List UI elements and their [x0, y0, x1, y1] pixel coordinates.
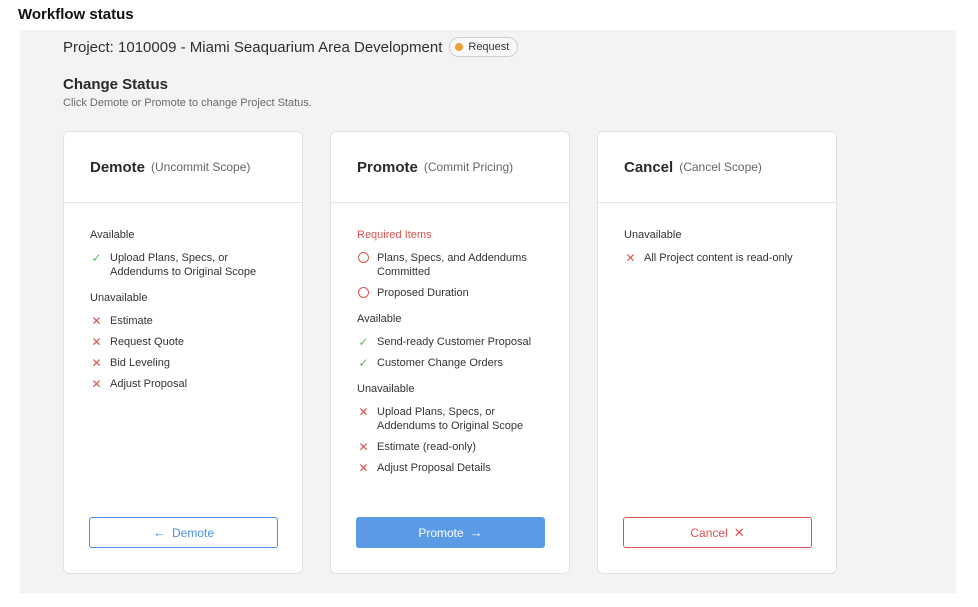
list-item: ✓ Upload Plans, Specs, or Addendums to O… — [90, 251, 288, 279]
list-item-label: Customer Change Orders — [377, 357, 503, 369]
cancel-card-body: Unavailable ✕ All Project content is rea… — [624, 229, 822, 278]
check-icon: ✓ — [358, 356, 369, 370]
demote-card-header: Demote (Uncommit Scope) — [64, 132, 302, 203]
promote-hint: (Commit Pricing) — [423, 160, 514, 174]
cancel-button[interactable]: Cancel ✕ — [623, 517, 812, 548]
x-icon: ✕ — [91, 356, 102, 370]
demote-card-body: Available ✓ Upload Plans, Specs, or Adde… — [90, 229, 288, 404]
promote-available-group: Available ✓ Send-ready Customer Proposal… — [357, 313, 555, 370]
list-item-label: Request Quote — [110, 336, 184, 348]
list-item: ✕ Estimate (read-only) — [357, 440, 555, 454]
status-dot-icon — [455, 43, 464, 51]
list-item-label: Adjust Proposal — [110, 378, 188, 390]
list-item-label: Send-ready Customer Proposal — [377, 336, 532, 348]
change-status-subtitle: Click Demote or Promote to change Projec… — [63, 97, 312, 109]
list-item: ✕ Request Quote — [90, 335, 288, 349]
list-item-label: Upload Plans, Specs, or Addendums to Ori… — [377, 406, 524, 432]
list-item-label: Bid Leveling — [110, 357, 170, 369]
project-title: Project: 1010009 - Miami Seaquarium Area… — [63, 38, 443, 56]
project-header: Project: 1010009 - Miami Seaquarium Area… — [63, 37, 519, 57]
demote-unavailable-group: Unavailable ✕ Estimate ✕ Request Quote ✕… — [90, 292, 288, 391]
arrow-left-icon: ← — [152, 525, 166, 540]
promote-title: Promote — [357, 158, 418, 176]
change-status-title: Change Status — [63, 76, 169, 93]
list-item-label: Estimate — [110, 315, 153, 327]
x-icon: ✕ — [91, 314, 102, 328]
x-icon: ✕ — [733, 524, 745, 540]
list-item: ✓ Send-ready Customer Proposal — [357, 335, 555, 349]
demote-title: Demote — [90, 158, 146, 176]
promote-button[interactable]: Promote → — [356, 517, 545, 548]
promote-card: Promote (Commit Pricing) Required Items … — [330, 131, 570, 574]
demote-available-group: Available ✓ Upload Plans, Specs, or Adde… — [90, 229, 288, 279]
cancel-title: Cancel — [624, 158, 674, 176]
list-item: ✕ Adjust Proposal Details — [357, 461, 555, 475]
list-item: ✕ Upload Plans, Specs, or Addendums to O… — [357, 405, 555, 433]
list-item-label: Upload Plans, Specs, or Addendums to Ori… — [110, 252, 257, 278]
list-item-label: All Project content is read-only — [644, 252, 793, 264]
workflow-panel: Project: 1010009 - Miami Seaquarium Area… — [20, 30, 956, 593]
promote-button-label: Promote — [418, 525, 464, 540]
promote-card-header: Promote (Commit Pricing) — [331, 132, 569, 203]
list-item-label: Plans, Specs, and Addendums Committed — [377, 252, 527, 278]
cancel-hint: (Cancel Scope) — [679, 160, 762, 174]
promote-required-label: Required Items — [357, 229, 432, 241]
status-badge-label: Request — [468, 41, 510, 53]
demote-available-label: Available — [90, 229, 135, 241]
cancel-card-header: Cancel (Cancel Scope) — [598, 132, 836, 203]
demote-hint: (Uncommit Scope) — [151, 160, 251, 174]
check-icon: ✓ — [358, 335, 369, 349]
cancel-unavailable-group: Unavailable ✕ All Project content is rea… — [624, 229, 822, 265]
x-icon: ✕ — [91, 335, 102, 349]
demote-button-label: Demote — [171, 525, 215, 540]
circle-icon — [357, 286, 370, 298]
demote-button[interactable]: ← Demote — [89, 517, 278, 548]
list-item-label: Proposed Duration — [377, 287, 469, 299]
x-icon: ✕ — [358, 440, 369, 454]
list-item: ✕ Bid Leveling — [90, 356, 288, 370]
page-heading: Workflow status — [18, 6, 134, 23]
list-item-label: Adjust Proposal Details — [377, 462, 491, 474]
promote-card-body: Required Items Plans, Specs, and Addendu… — [357, 229, 555, 488]
x-icon: ✕ — [91, 377, 102, 391]
demote-unavailable-label: Unavailable — [90, 292, 148, 304]
arrow-right-icon: → — [469, 525, 483, 540]
x-icon: ✕ — [358, 461, 369, 475]
x-icon: ✕ — [625, 251, 636, 265]
status-badge: Request — [449, 37, 519, 57]
promote-required-group: Required Items Plans, Specs, and Addendu… — [357, 229, 555, 300]
list-item: ✕ Estimate — [90, 314, 288, 328]
check-icon: ✓ — [91, 251, 102, 265]
cancel-unavailable-label: Unavailable — [624, 229, 682, 241]
list-item: ✕ Adjust Proposal — [90, 377, 288, 391]
circle-icon — [357, 251, 370, 263]
cancel-button-label: Cancel — [690, 525, 728, 540]
promote-unavailable-group: Unavailable ✕ Upload Plans, Specs, or Ad… — [357, 383, 555, 475]
list-item: Proposed Duration — [357, 286, 555, 300]
list-item: ✕ All Project content is read-only — [624, 251, 822, 265]
list-item-label: Estimate (read-only) — [377, 441, 477, 453]
cancel-card: Cancel (Cancel Scope) Unavailable ✕ All … — [597, 131, 837, 574]
demote-card: Demote (Uncommit Scope) Available ✓ Uplo… — [63, 131, 303, 574]
list-item: ✓ Customer Change Orders — [357, 356, 555, 370]
promote-available-label: Available — [357, 313, 402, 325]
promote-unavailable-label: Unavailable — [357, 383, 415, 395]
list-item: Plans, Specs, and Addendums Committed — [357, 251, 555, 279]
x-icon: ✕ — [358, 405, 369, 419]
